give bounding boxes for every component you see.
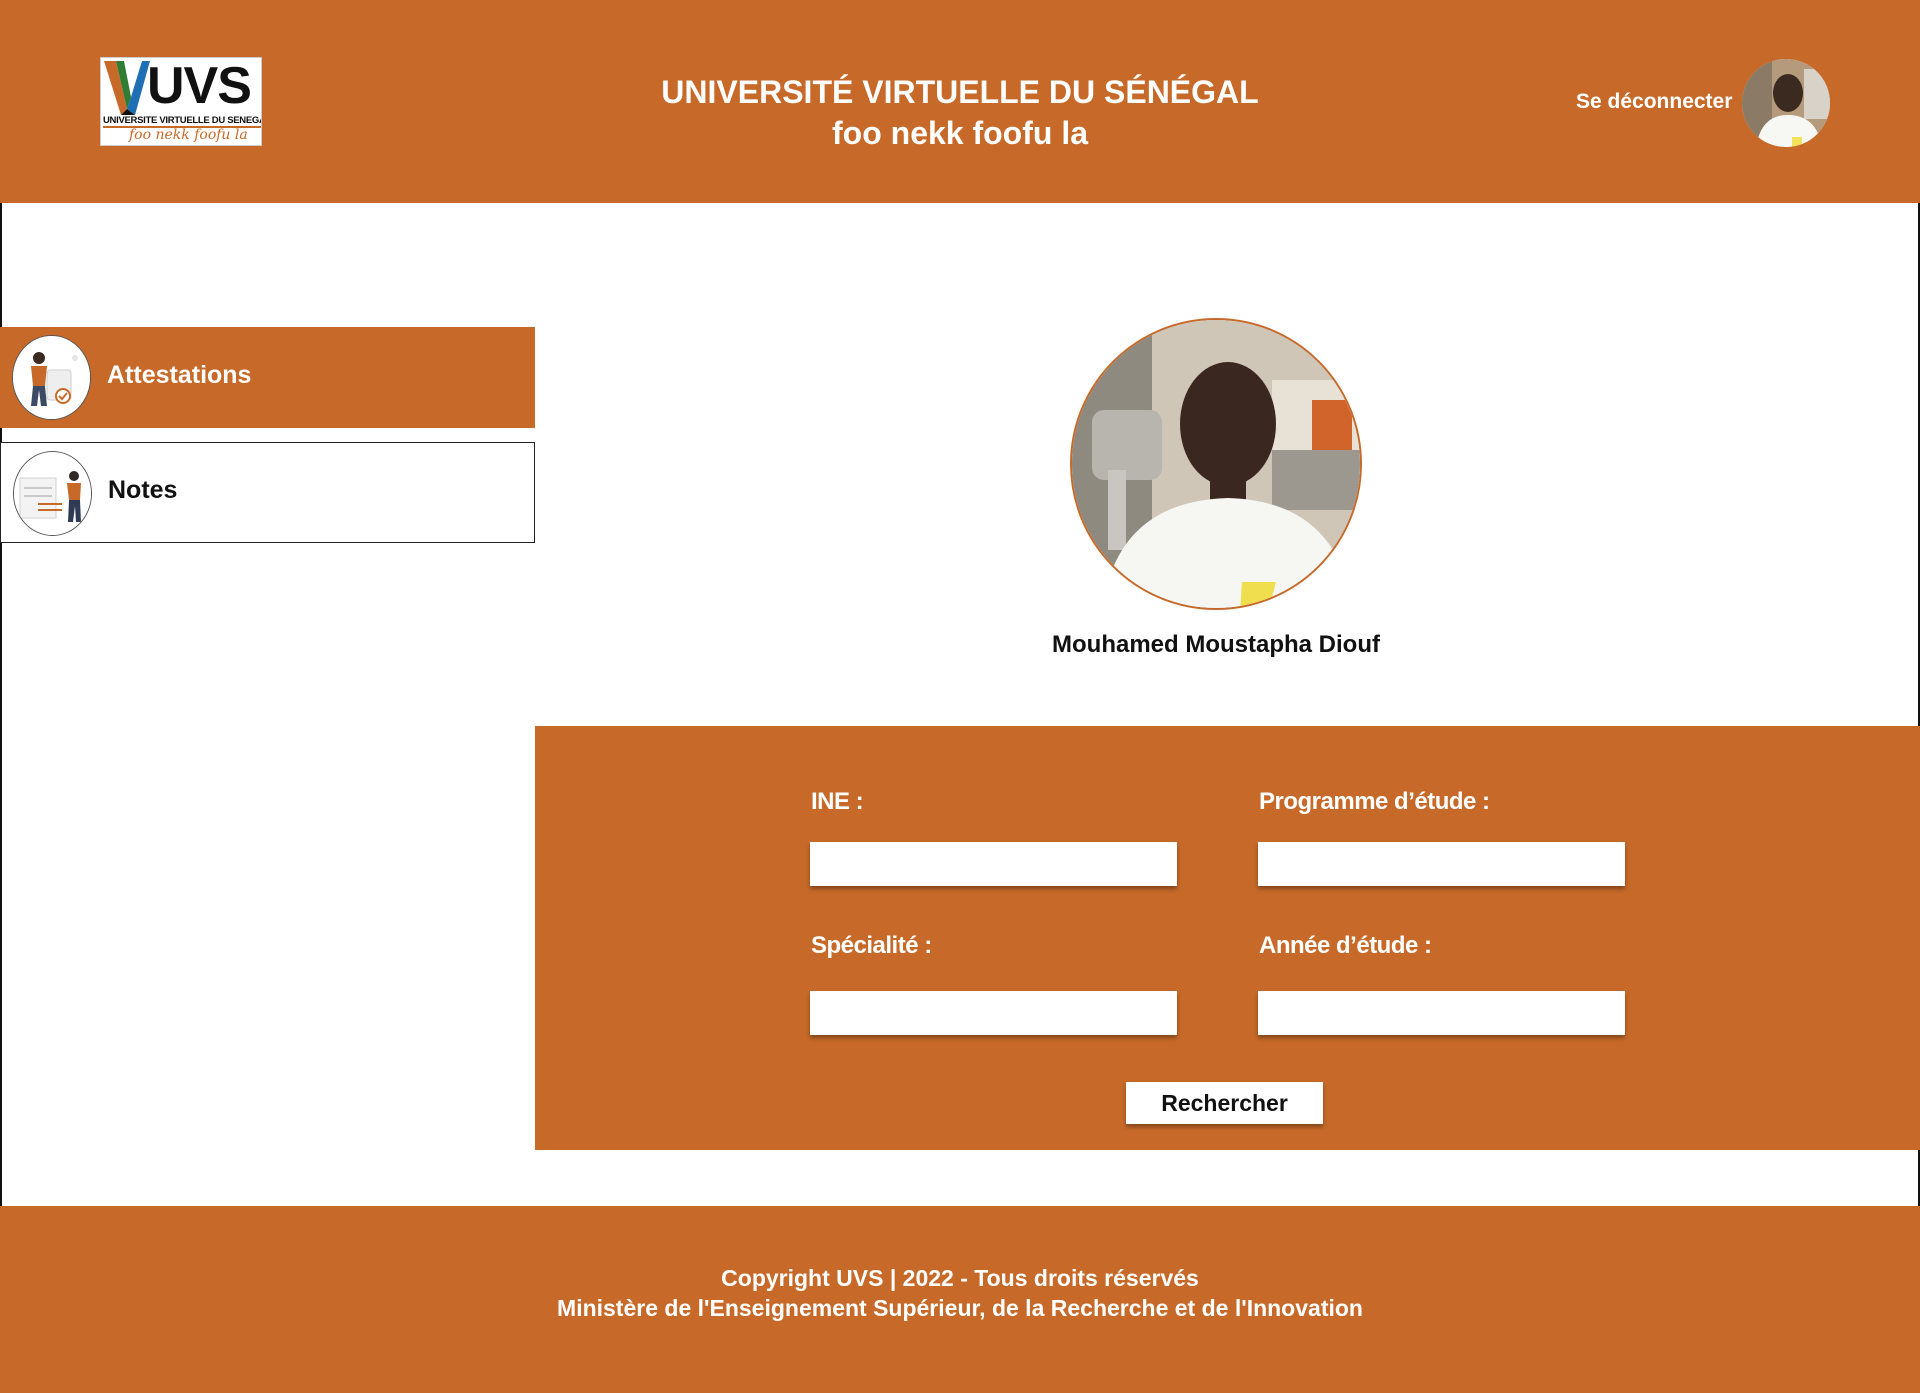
footer: Copyright UVS | 2022 - Tous droits réser… — [0, 1206, 1920, 1393]
specialite-label: Spécialité : — [811, 932, 932, 959]
specialite-field[interactable] — [810, 991, 1177, 1035]
uvs-logo[interactable]: UVS UNIVERSITE VIRTUELLE DU SENEGAL foo … — [100, 57, 262, 146]
annee-field[interactable] — [1258, 991, 1625, 1035]
student-name: Mouhamed Moustapha Diouf — [1052, 631, 1380, 658]
programme-field[interactable] — [1258, 842, 1625, 886]
search-button[interactable]: Rechercher — [1126, 1082, 1323, 1124]
page-subtitle: foo nekk foofu la — [832, 115, 1088, 151]
ine-field[interactable] — [810, 842, 1177, 886]
logo-v-mark-icon — [104, 61, 150, 115]
notes-illustration-icon — [13, 451, 92, 536]
footer-text: Copyright UVS | 2022 - Tous droits réser… — [460, 1263, 1460, 1323]
profile-photo — [1070, 318, 1362, 610]
header: UVS UNIVERSITE VIRTUELLE DU SENEGAL foo … — [0, 0, 1920, 203]
annee-label: Année d’étude : — [1259, 932, 1432, 959]
sidebar-item-label: Attestations — [107, 361, 252, 389]
header-titles: UNIVERSITÉ VIRTUELLE DU SÉNÉGAL foo nekk… — [560, 72, 1360, 154]
page-frame — [0, 0, 1920, 1393]
user-photo-icon — [1742, 59, 1830, 147]
attestation-illustration-icon — [12, 335, 91, 420]
programme-label: Programme d’étude : — [1259, 788, 1490, 815]
logo-tagline: foo nekk foofu la — [129, 127, 248, 143]
ministry-text: Ministère de l'Enseignement Supérieur, d… — [557, 1295, 1363, 1321]
logout-link[interactable]: Se déconnecter — [1576, 90, 1732, 114]
copyright-text: Copyright UVS | 2022 - Tous droits réser… — [721, 1265, 1199, 1291]
sidebar-item-notes[interactable]: Notes — [0, 442, 535, 543]
logo-brand: UVS — [147, 57, 252, 115]
user-avatar[interactable] — [1742, 59, 1830, 147]
sidebar-item-label: Notes — [108, 476, 178, 504]
page-title: UNIVERSITÉ VIRTUELLE DU SÉNÉGAL — [661, 74, 1259, 110]
ine-label: INE : — [811, 788, 864, 815]
sidebar-item-attestations[interactable]: Attestations — [0, 327, 535, 428]
student-photo-icon — [1072, 320, 1360, 608]
